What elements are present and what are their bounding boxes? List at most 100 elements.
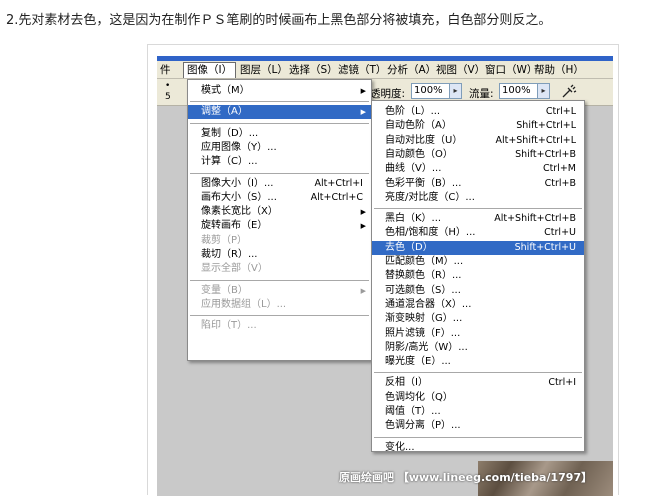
image_menu-item-shortcut: Alt+Ctrl+I	[314, 177, 364, 189]
image_menu-item-label: 裁切（R）...	[201, 249, 258, 260]
adjust_menu-item-shortcut: Ctrl+I	[548, 377, 576, 389]
adjust_menu-item-15[interactable]: 照片滤镜（F）...	[372, 327, 584, 341]
adjust_menu-item-shortcut: Ctrl+U	[544, 227, 576, 239]
adjust_menu-item-label: 替换颜色（R）...	[385, 270, 462, 282]
image_menu-item-label: 图像大小（I）...	[201, 177, 274, 189]
image_menu-item-5[interactable]: 图像大小（I）... Alt+Ctrl+I	[188, 177, 371, 191]
adjust_menu-item-label: 亮度/对比度（C）...	[385, 191, 475, 203]
adjust_menu-item-label: 自动色阶（A）	[385, 120, 452, 132]
image_menu-item-label: 调整（A）	[201, 106, 248, 118]
adjust_menu-item-label: 色阶（L）...	[385, 106, 441, 117]
adjust_menu-item-label: 曲线（V）...	[385, 163, 442, 175]
adjust_menu-item-18[interactable]: 反相（I） Ctrl+I	[372, 376, 584, 390]
adjust_menu-item-16[interactable]: 阴影/高光（W）...	[372, 341, 584, 355]
opacity-input[interactable]: 100%	[411, 83, 453, 99]
watermark-text: 原画绘画吧 【www.lineeg.com/tieba/1797】	[339, 471, 593, 484]
image_menu-item-12: 变量（B） ▶	[188, 284, 371, 298]
opacity-arrow-button[interactable]: ▸	[449, 83, 462, 99]
flow-arrow-button[interactable]: ▸	[537, 83, 550, 99]
adjust_menu-item-shortcut: Alt+Shift+Ctrl+L	[495, 134, 576, 146]
image_menu-item-4[interactable]: 计算（C）...	[188, 155, 371, 169]
image_menu-item-8[interactable]: 旋转画布（E） ▶	[188, 219, 371, 233]
flow-input[interactable]: 100%	[499, 83, 541, 99]
adjust_menu-item-3[interactable]: 自动颜色（O） Shift+Ctrl+B	[372, 148, 584, 162]
adjust_menu-item-10[interactable]: 匹配颜色（M）...	[372, 255, 584, 269]
adjust_menu-item-9[interactable]: 去色（D） Shift+Ctrl+U	[372, 240, 584, 255]
adjust_menu-item-label: 照片滤镜（F）...	[385, 327, 461, 339]
adjust_menu-item-label: 渐变映射（G）...	[385, 313, 463, 325]
image_menu-item-14: 陷印（T）...	[188, 319, 371, 333]
adjust_menu-item-14[interactable]: 渐变映射（G）...	[372, 312, 584, 326]
adjust_menu-item-label: 可选颜色（S）...	[385, 284, 461, 296]
adjust_menu-item-label: 色调均化（Q）	[385, 391, 453, 403]
adjust_menu-item-label: 自动对比度（U）	[385, 134, 463, 146]
menu-filter[interactable]: 滤镜（T）	[335, 63, 389, 77]
adjust_menu-item-6[interactable]: 亮度/对比度（C）...	[372, 191, 584, 205]
menu-analysis[interactable]: 分析（A）	[384, 63, 439, 77]
image_menu-item-3[interactable]: 应用图像（Y）...	[188, 141, 371, 155]
adjust_menu-item-1[interactable]: 自动色阶（A） Shift+Ctrl+L	[372, 119, 584, 133]
airbrush-icon[interactable]	[561, 83, 577, 99]
image_menu-item-11: 显示全部（V）	[188, 262, 371, 276]
submenu-arrow-icon: ▶	[360, 87, 366, 95]
caption-text: 2.先对素材去色，这是因为在制作ＰＳ笔刷的时候画布上黑色部分将被填充，白色部分则…	[6, 13, 552, 28]
adjust_menu-item-label: 色彩平衡（B）...	[385, 177, 462, 189]
menu-bar: 件 图像（I） 图层（L） 选择（S） 滤镜（T） 分析（A） 视图（V） 窗口…	[157, 61, 613, 79]
adjust_menu-item-label: 黑白（K）...	[385, 213, 442, 225]
photoshop-window: 件 图像（I） 图层（L） 选择（S） 滤镜（T） 分析（A） 视图（V） 窗口…	[157, 56, 613, 496]
adjust_menu-item-shortcut: Alt+Shift+Ctrl+B	[494, 213, 576, 225]
adjust_menu-item-label: 反相（I）	[385, 377, 428, 389]
flow-label: 流量:	[469, 88, 494, 100]
adjust_menu-item-12[interactable]: 可选颜色（S）...	[372, 284, 584, 298]
image_menu-item-0[interactable]: 模式（M） ▶	[188, 84, 371, 98]
image_menu-item-2[interactable]: 复制（D）...	[188, 127, 371, 141]
menu-help[interactable]: 帮助（H）	[531, 63, 587, 77]
image_menu-item-label: 裁剪（P）	[201, 234, 248, 246]
menu-select[interactable]: 选择（S）	[286, 63, 341, 77]
adjust_menu-item-20[interactable]: 阈值（T）...	[372, 405, 584, 419]
adjust_menu-item-7[interactable]: 黑白（K）... Alt+Shift+Ctrl+B	[372, 212, 584, 226]
adjust_menu-item-8[interactable]: 色相/饱和度（H）... Ctrl+U	[372, 226, 584, 240]
menu-view[interactable]: 视图（V）	[433, 63, 488, 77]
adjust_menu-item-5[interactable]: 色彩平衡（B）... Ctrl+B	[372, 177, 584, 191]
image_menu-item-label: 陷印（T）...	[201, 320, 257, 332]
adjust_menu-item-label: 曝光度（E）...	[385, 356, 451, 368]
adjust_menu-item-label: 色相/饱和度（H）...	[385, 227, 476, 239]
image_menu-item-1[interactable]: 调整（A） ▶	[188, 105, 371, 120]
adjust_menu-item-11[interactable]: 替换颜色（R）...	[372, 269, 584, 283]
menu-file-partial[interactable]: 件	[157, 63, 174, 77]
image_menu-item-shortcut: Alt+Ctrl+C	[310, 191, 363, 203]
image_menu-item-10[interactable]: 裁切（R）...	[188, 248, 371, 262]
adjust_menu-item-shortcut: Ctrl+B	[544, 177, 576, 189]
menu-separator	[190, 172, 369, 174]
image_menu-item-label: 复制（D）...	[201, 127, 259, 139]
adjust_menu-item-4[interactable]: 曲线（V）... Ctrl+M	[372, 162, 584, 176]
menu-separator	[374, 436, 582, 438]
adjust_menu-item-label: 色调分离（P）...	[385, 420, 461, 432]
menu-separator	[190, 101, 369, 103]
submenu-arrow-icon: ▶	[360, 222, 366, 231]
image_menu-item-label: 变量（B）	[201, 284, 248, 296]
adjust_menu-item-19[interactable]: 色调均化（Q）	[372, 391, 584, 405]
image_menu-item-6[interactable]: 画布大小（S）... Alt+Ctrl+C	[188, 191, 371, 205]
adjust_menu-item-2[interactable]: 自动对比度（U） Alt+Shift+Ctrl+L	[372, 134, 584, 148]
menu-layer[interactable]: 图层（L）	[237, 63, 291, 77]
adjust_menu-item-13[interactable]: 通道混合器（X）...	[372, 298, 584, 312]
submenu-arrow-icon: ▶	[360, 108, 366, 117]
adjust_menu-item-shortcut: Shift+Ctrl+U	[514, 241, 576, 253]
adjust-submenu: 色阶（L）... Ctrl+L 自动色阶（A） Shift+Ctrl+L 自动对比度（U…	[371, 100, 585, 455]
menu-image[interactable]: 图像（I）	[183, 62, 237, 78]
image_menu-item-label: 计算（C）...	[201, 156, 258, 168]
adjust_menu-item-shortcut: Shift+Ctrl+L	[516, 120, 576, 132]
adjust_menu-item-22[interactable]: 变化...	[372, 441, 584, 455]
menu-separator	[374, 372, 582, 374]
screenshot-frame: 件 图像（I） 图层（L） 选择（S） 滤镜（T） 分析（A） 视图（V） 窗口…	[147, 44, 619, 496]
adjust_menu-item-label: 通道混合器（X）...	[385, 298, 472, 310]
opacity-label: 透明度:	[370, 88, 406, 100]
adjust_menu-item-0[interactable]: 色阶（L）... Ctrl+L	[372, 105, 584, 119]
brush-dot-icon: •	[165, 81, 171, 91]
image_menu-item-7[interactable]: 像素长宽比（X） ▶	[188, 205, 371, 219]
adjust_menu-item-shortcut: Ctrl+L	[545, 106, 576, 117]
adjust_menu-item-17[interactable]: 曝光度（E）...	[372, 355, 584, 369]
adjust_menu-item-21[interactable]: 色调分离（P）...	[372, 419, 584, 433]
